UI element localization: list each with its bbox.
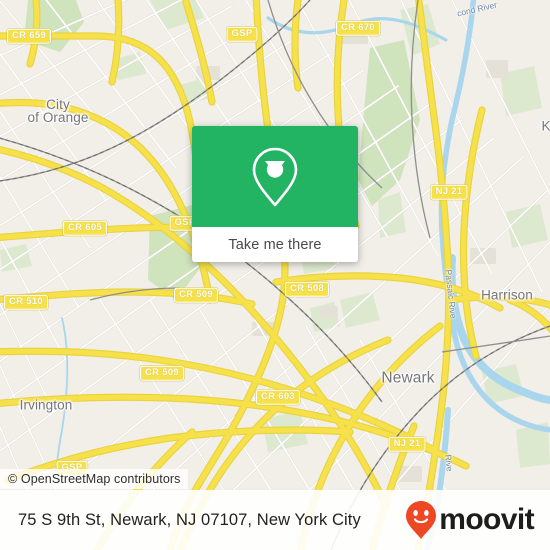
road-shield: NJ 21	[388, 436, 426, 452]
moovit-pin-smiley-icon	[406, 501, 437, 539]
moovit-wordmark: moovit	[439, 503, 534, 536]
road-shield: CR 510	[3, 294, 49, 310]
address-text: 75 S 9th St, Newark, NJ 07107, New York …	[18, 510, 361, 529]
osm-attribution[interactable]: © OpenStreetMap contributors	[0, 469, 188, 489]
road-shield: CR 509	[173, 287, 219, 303]
road-shield: CR 508	[284, 281, 330, 297]
road-shield: NJ 21	[430, 184, 468, 200]
location-callout-card[interactable]: Take me there	[192, 126, 358, 262]
moovit-logo[interactable]: moovit	[404, 500, 535, 540]
callout-pointer-tail	[265, 161, 285, 174]
map-screenshot: .bg { fill:#f2efe9; } .blk { fill:#efece…	[0, 0, 550, 550]
map-pin-icon	[252, 147, 298, 206]
road-shield: CR 603	[255, 389, 301, 405]
map-canvas[interactable]: .bg { fill:#f2efe9; } .blk { fill:#efece…	[0, 0, 550, 550]
take-me-there-label: Take me there	[228, 236, 322, 253]
road-shield: CR 509	[139, 365, 185, 381]
road-shield: CR 659	[6, 28, 52, 44]
footer-bar: 75 S 9th St, Newark, NJ 07107, New York …	[0, 490, 550, 550]
take-me-there-button[interactable]: Take me there	[192, 227, 358, 262]
road-shield: CR 605	[62, 220, 108, 236]
road-shield: CR 670	[335, 20, 381, 36]
callout-icon-area	[192, 126, 358, 227]
road-shield: GSP	[226, 26, 258, 42]
